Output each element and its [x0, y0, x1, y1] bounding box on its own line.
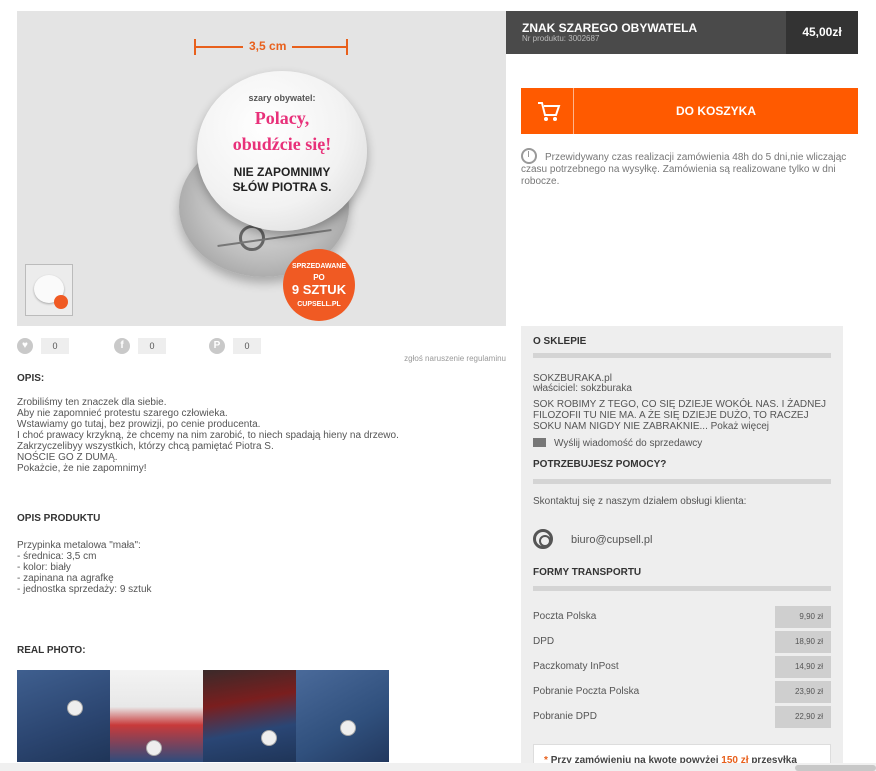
badge-pink-text: Polacy, obudźcie się!: [197, 105, 367, 157]
shipping-row: Paczkomaty InPost 14,90 zł: [533, 656, 831, 678]
description-heading: OPIS:: [17, 373, 45, 384]
product-spec-line: - zapinana na agrafkę: [17, 573, 114, 584]
shipping-name: DPD: [533, 636, 555, 647]
pinterest-icon[interactable]: P: [209, 338, 225, 354]
shipping-price: 18,90 zł: [775, 631, 831, 653]
real-photo[interactable]: [110, 670, 203, 762]
shipping-name: Pobranie Poczta Polska: [533, 686, 640, 697]
divider: [533, 353, 831, 358]
description-line: Aby nie zapomnieć protestu szarego człow…: [17, 408, 228, 419]
message-seller-link[interactable]: Wyślij wiadomość do sprzedawcy: [533, 438, 702, 450]
facebook-group[interactable]: f 0: [114, 338, 166, 354]
shop-heading: O SKLEPIE: [533, 336, 587, 347]
dimension-label: 3,5 cm: [243, 39, 293, 53]
badge-front: szary obywatel: Polacy, obudźcie się! NI…: [197, 71, 367, 231]
add-to-cart-label: DO KOSZYKA: [675, 104, 756, 118]
product-spec-line: - jednostka sprzedaży: 9 sztuk: [17, 584, 152, 595]
report-link[interactable]: zgłoś naruszenie regulaminu: [360, 354, 506, 363]
sold-badge: SPRZEDAWANE PO 9 SZTUK CUPSELL.PL: [283, 249, 355, 321]
pinterest-group[interactable]: P 0: [209, 338, 261, 354]
description-line: I choć prawacy krzykną, że chcemy na nim…: [17, 430, 399, 441]
badge-small-text: szary obywatel:: [248, 93, 316, 103]
shipping-price: 23,90 zł: [775, 681, 831, 703]
transport-heading: FORMY TRANSPORTU: [533, 567, 642, 578]
add-to-cart-button[interactable]: DO KOSZYKA: [521, 88, 858, 134]
shipping-name: Pobranie DPD: [533, 711, 597, 722]
product-image[interactable]: 3,5 cm szary obywatel: Polacy, obudźcie …: [17, 11, 506, 326]
help-heading: POTRZEBUJESZ POMOCY?: [533, 459, 667, 470]
thumbnail-dot: [54, 295, 68, 309]
shipping-row: DPD 18,90 zł: [533, 631, 831, 653]
badge-pink-line-2: obudźcie się!: [232, 134, 332, 154]
facebook-icon[interactable]: f: [114, 338, 130, 354]
description-line: NOŚCIE GO Z DUMĄ.: [17, 452, 118, 463]
divider: [533, 586, 831, 591]
product-price: 45,00zł: [786, 11, 858, 54]
real-photo-gallery: [17, 670, 389, 762]
shipping-price: 14,90 zł: [775, 656, 831, 678]
real-photo[interactable]: [203, 670, 296, 762]
shipping-row: Pobranie Poczta Polska 23,90 zł: [533, 681, 831, 703]
photo-badge: [261, 730, 277, 746]
message-seller-label: Wyślij wiadomość do sprzedawcy: [554, 438, 703, 449]
support-email[interactable]: biuro@cupsell.pl: [571, 534, 653, 546]
pinterest-count: 0: [233, 338, 261, 354]
product-description-text: Przypinka metalowa "mała": - średnica: 3…: [17, 540, 152, 595]
description-line: Zakrzyczelibyy wszystkich, którzy chcą p…: [17, 441, 274, 452]
badge-black-line-1: NIE ZAPOMNIMY: [233, 165, 331, 179]
description-text: Zrobiliśmy ten znaczek dla siebie. Aby n…: [17, 397, 399, 474]
shop-motto: SOK ROBIMY Z TEGO, CO SIĘ DZIEJE WOKÓŁ N…: [533, 399, 833, 432]
shipping-row: Poczta Polska 9,90 zł: [533, 606, 831, 628]
heart-icon[interactable]: ♥: [17, 338, 33, 354]
product-spec-line: - kolor: biały: [17, 562, 71, 573]
shop-panel: O SKLEPIE SOKZBURAKA.pl właściciel: sokz…: [521, 326, 843, 771]
at-icon: [533, 529, 553, 549]
shipping-name: Paczkomaty InPost: [533, 661, 619, 672]
product-title: ZNAK SZAREGO OBYWATELA: [522, 21, 698, 35]
delivery-note: Przewidywany czas realizacji zamówienia …: [521, 148, 858, 188]
sold-badge-site: CUPSELL.PL: [297, 301, 341, 308]
delivery-text: Przewidywany czas realizacji zamówienia …: [521, 152, 847, 187]
real-photo-heading: REAL PHOTO:: [17, 645, 86, 656]
shop-motto-text: SOK ROBIMY Z TEGO, CO SIĘ DZIEJE WOKÓŁ N…: [533, 399, 827, 432]
like-count: 0: [41, 338, 69, 354]
product-header: ZNAK SZAREGO OBYWATELA Nr produktu: 3002…: [506, 11, 858, 54]
product-thumbnail[interactable]: [25, 264, 73, 316]
photo-badge: [146, 740, 162, 756]
divider: [533, 479, 831, 484]
sold-badge-top: SPRZEDAWANE: [291, 263, 347, 270]
product-spec-line: Przypinka metalowa "mała":: [17, 540, 141, 551]
shipping-price: 9,90 zł: [775, 606, 831, 628]
shipping-name: Poczta Polska: [533, 611, 597, 622]
help-text: Skontaktuj się z naszym działem obsługi …: [533, 496, 747, 507]
product-description-heading: OPIS PRODUKTU: [17, 513, 101, 524]
facebook-count: 0: [138, 338, 166, 354]
photo-badge: [67, 700, 83, 716]
scrollbar-thumb[interactable]: [795, 765, 876, 771]
badge-pink-line-1: Polacy,: [254, 108, 310, 128]
real-photo[interactable]: [17, 670, 110, 762]
badge-black-text: NIE ZAPOMNIMY SŁÓW PIOTRA S.: [197, 165, 367, 195]
horizontal-scrollbar[interactable]: [0, 763, 876, 771]
sold-badge-po: PO: [313, 273, 325, 282]
like-group[interactable]: ♥ 0: [17, 338, 69, 354]
product-number: Nr produktu: 3002687: [522, 34, 600, 43]
show-more-link[interactable]: Pokaż więcej: [711, 421, 769, 432]
product-spec-line: - średnica: 3,5 cm: [17, 551, 97, 562]
shipping-row: Pobranie DPD 22,90 zł: [533, 706, 831, 728]
photo-badge: [340, 720, 356, 736]
cart-icon: [521, 88, 574, 134]
badge-black-line-2: SŁÓW PIOTRA S.: [232, 180, 332, 194]
shop-owner: właściciel: sokzburaka: [533, 383, 632, 394]
description-line: Wstawiamy go tutaj, bez prowizji, po cen…: [17, 419, 261, 430]
envelope-icon: [533, 438, 546, 447]
description-line: Pokażcie, że nie zapomnimy!: [17, 463, 147, 474]
sold-badge-count: 9 SZTUK: [291, 282, 347, 297]
real-photo[interactable]: [296, 670, 389, 762]
clock-icon: [521, 148, 537, 164]
description-line: Zrobiliśmy ten znaczek dla siebie.: [17, 397, 167, 408]
shipping-price: 22,90 zł: [775, 706, 831, 728]
